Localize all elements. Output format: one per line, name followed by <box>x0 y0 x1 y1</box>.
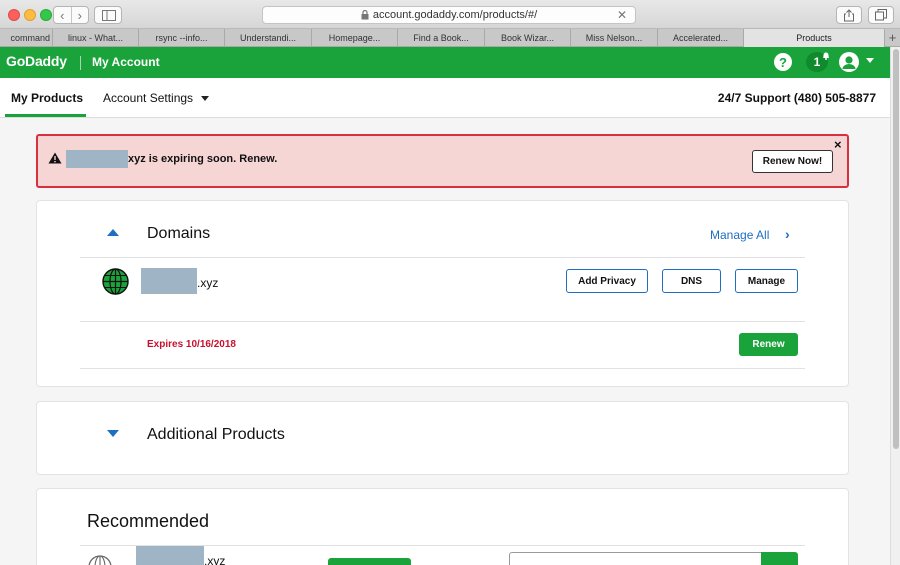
manage-button[interactable]: Manage <box>735 269 798 293</box>
site-header: GoDaddy My Account <box>0 47 890 78</box>
redacted-domain <box>141 268 197 294</box>
browser-tab[interactable]: Miss Nelson... <box>571 29 658 47</box>
back-button[interactable]: ‹ <box>54 7 71 23</box>
sub-navigation: My Products Account Settings 24/7 Suppor… <box>0 78 890 118</box>
sidebar-toggle-button[interactable] <box>94 6 122 24</box>
chevron-right-icon[interactable]: › <box>785 226 790 242</box>
recommended-heading: Recommended <box>87 511 210 531</box>
address-bar[interactable]: account.godaddy.com/products/#/ ✕ <box>262 6 636 24</box>
my-account-link[interactable]: My Account <box>92 55 160 69</box>
browser-tab[interactable]: command <box>0 29 53 47</box>
active-tab-indicator <box>5 114 86 117</box>
browser-tab-active[interactable]: Products <box>744 29 885 47</box>
scrollbar-thumb[interactable] <box>893 49 899 449</box>
new-tab-button[interactable]: + <box>885 29 900 46</box>
avatar[interactable] <box>839 52 859 72</box>
domain-search-input[interactable] <box>509 552 762 565</box>
sidebar-icon <box>102 10 116 21</box>
manage-all-link[interactable]: Manage All <box>710 228 769 242</box>
godaddy-logo[interactable]: GoDaddy <box>6 53 67 69</box>
redacted-domain <box>66 150 128 168</box>
browser-tab-bar: command linux - What... rsync --info... … <box>0 29 900 47</box>
help-icon[interactable]: ? <box>774 53 792 71</box>
forward-button[interactable]: › <box>70 7 89 23</box>
globe-icon <box>102 268 129 295</box>
header-divider <box>80 56 81 70</box>
browser-titlebar: ‹ › account.godaddy.com/products/#/ ✕ <box>0 0 900 29</box>
show-tabs-button[interactable] <box>868 6 894 24</box>
share-button[interactable] <box>836 6 862 24</box>
expiration-alert: xyz is expiring soon. Renew. Renew Now! … <box>36 134 849 188</box>
browser-tab[interactable]: Understandi... <box>225 29 312 47</box>
support-phone[interactable]: 24/7 Support (480) 505-8877 <box>718 91 876 105</box>
browser-tab[interactable]: Homepage... <box>312 29 398 47</box>
share-icon <box>844 9 854 22</box>
divider <box>80 321 805 322</box>
browser-tab[interactable]: Book Wizar... <box>485 29 571 47</box>
lock-icon <box>361 10 369 20</box>
bell-icon <box>823 52 829 60</box>
browser-tab[interactable]: rsync --info... <box>139 29 225 47</box>
renew-now-button[interactable]: Renew Now! <box>752 150 833 173</box>
additional-products-heading[interactable]: Additional Products <box>147 426 285 444</box>
add-privacy-button[interactable]: Add Privacy <box>566 269 648 293</box>
alert-message: xyz is expiring soon. Renew. <box>128 153 278 165</box>
window-minimize-button[interactable] <box>24 9 36 21</box>
warning-icon <box>48 152 62 164</box>
url-text: account.godaddy.com/products/#/ <box>372 9 538 21</box>
browser-tab[interactable]: linux - What... <box>53 29 139 47</box>
expiration-date: Expires 10/16/2018 <box>147 339 236 350</box>
domain-name[interactable]: .xyz <box>197 276 218 290</box>
close-icon[interactable]: × <box>834 137 842 152</box>
window-zoom-button[interactable] <box>40 9 52 21</box>
renew-button[interactable]: Renew <box>739 333 798 356</box>
account-settings-menu[interactable]: Account Settings <box>103 91 193 105</box>
chevron-down-icon[interactable] <box>107 430 119 437</box>
tab-my-products[interactable]: My Products <box>11 91 83 105</box>
chevron-up-icon[interactable] <box>107 229 119 236</box>
chevron-down-icon[interactable] <box>201 96 209 101</box>
redacted-domain <box>136 546 204 565</box>
tabs-overview-icon <box>875 9 887 21</box>
chevron-down-icon[interactable] <box>866 58 874 63</box>
divider <box>80 257 805 258</box>
page-scrollbar[interactable] <box>890 47 900 565</box>
browser-tab[interactable]: Find a Book... <box>398 29 485 47</box>
dns-button[interactable]: DNS <box>662 269 721 293</box>
recommended-domain-name: .xyz <box>204 554 226 565</box>
search-button[interactable] <box>761 552 798 565</box>
divider <box>80 368 805 369</box>
domains-heading: Domains <box>147 225 211 242</box>
stop-loading-icon[interactable]: ✕ <box>617 8 627 22</box>
add-to-cart-button[interactable] <box>328 558 411 565</box>
browser-tab[interactable]: Accelerated... <box>658 29 744 47</box>
history-nav: ‹ › <box>53 6 89 24</box>
window-close-button[interactable] <box>8 9 20 21</box>
globe-icon <box>88 555 112 565</box>
user-icon <box>842 56 856 69</box>
